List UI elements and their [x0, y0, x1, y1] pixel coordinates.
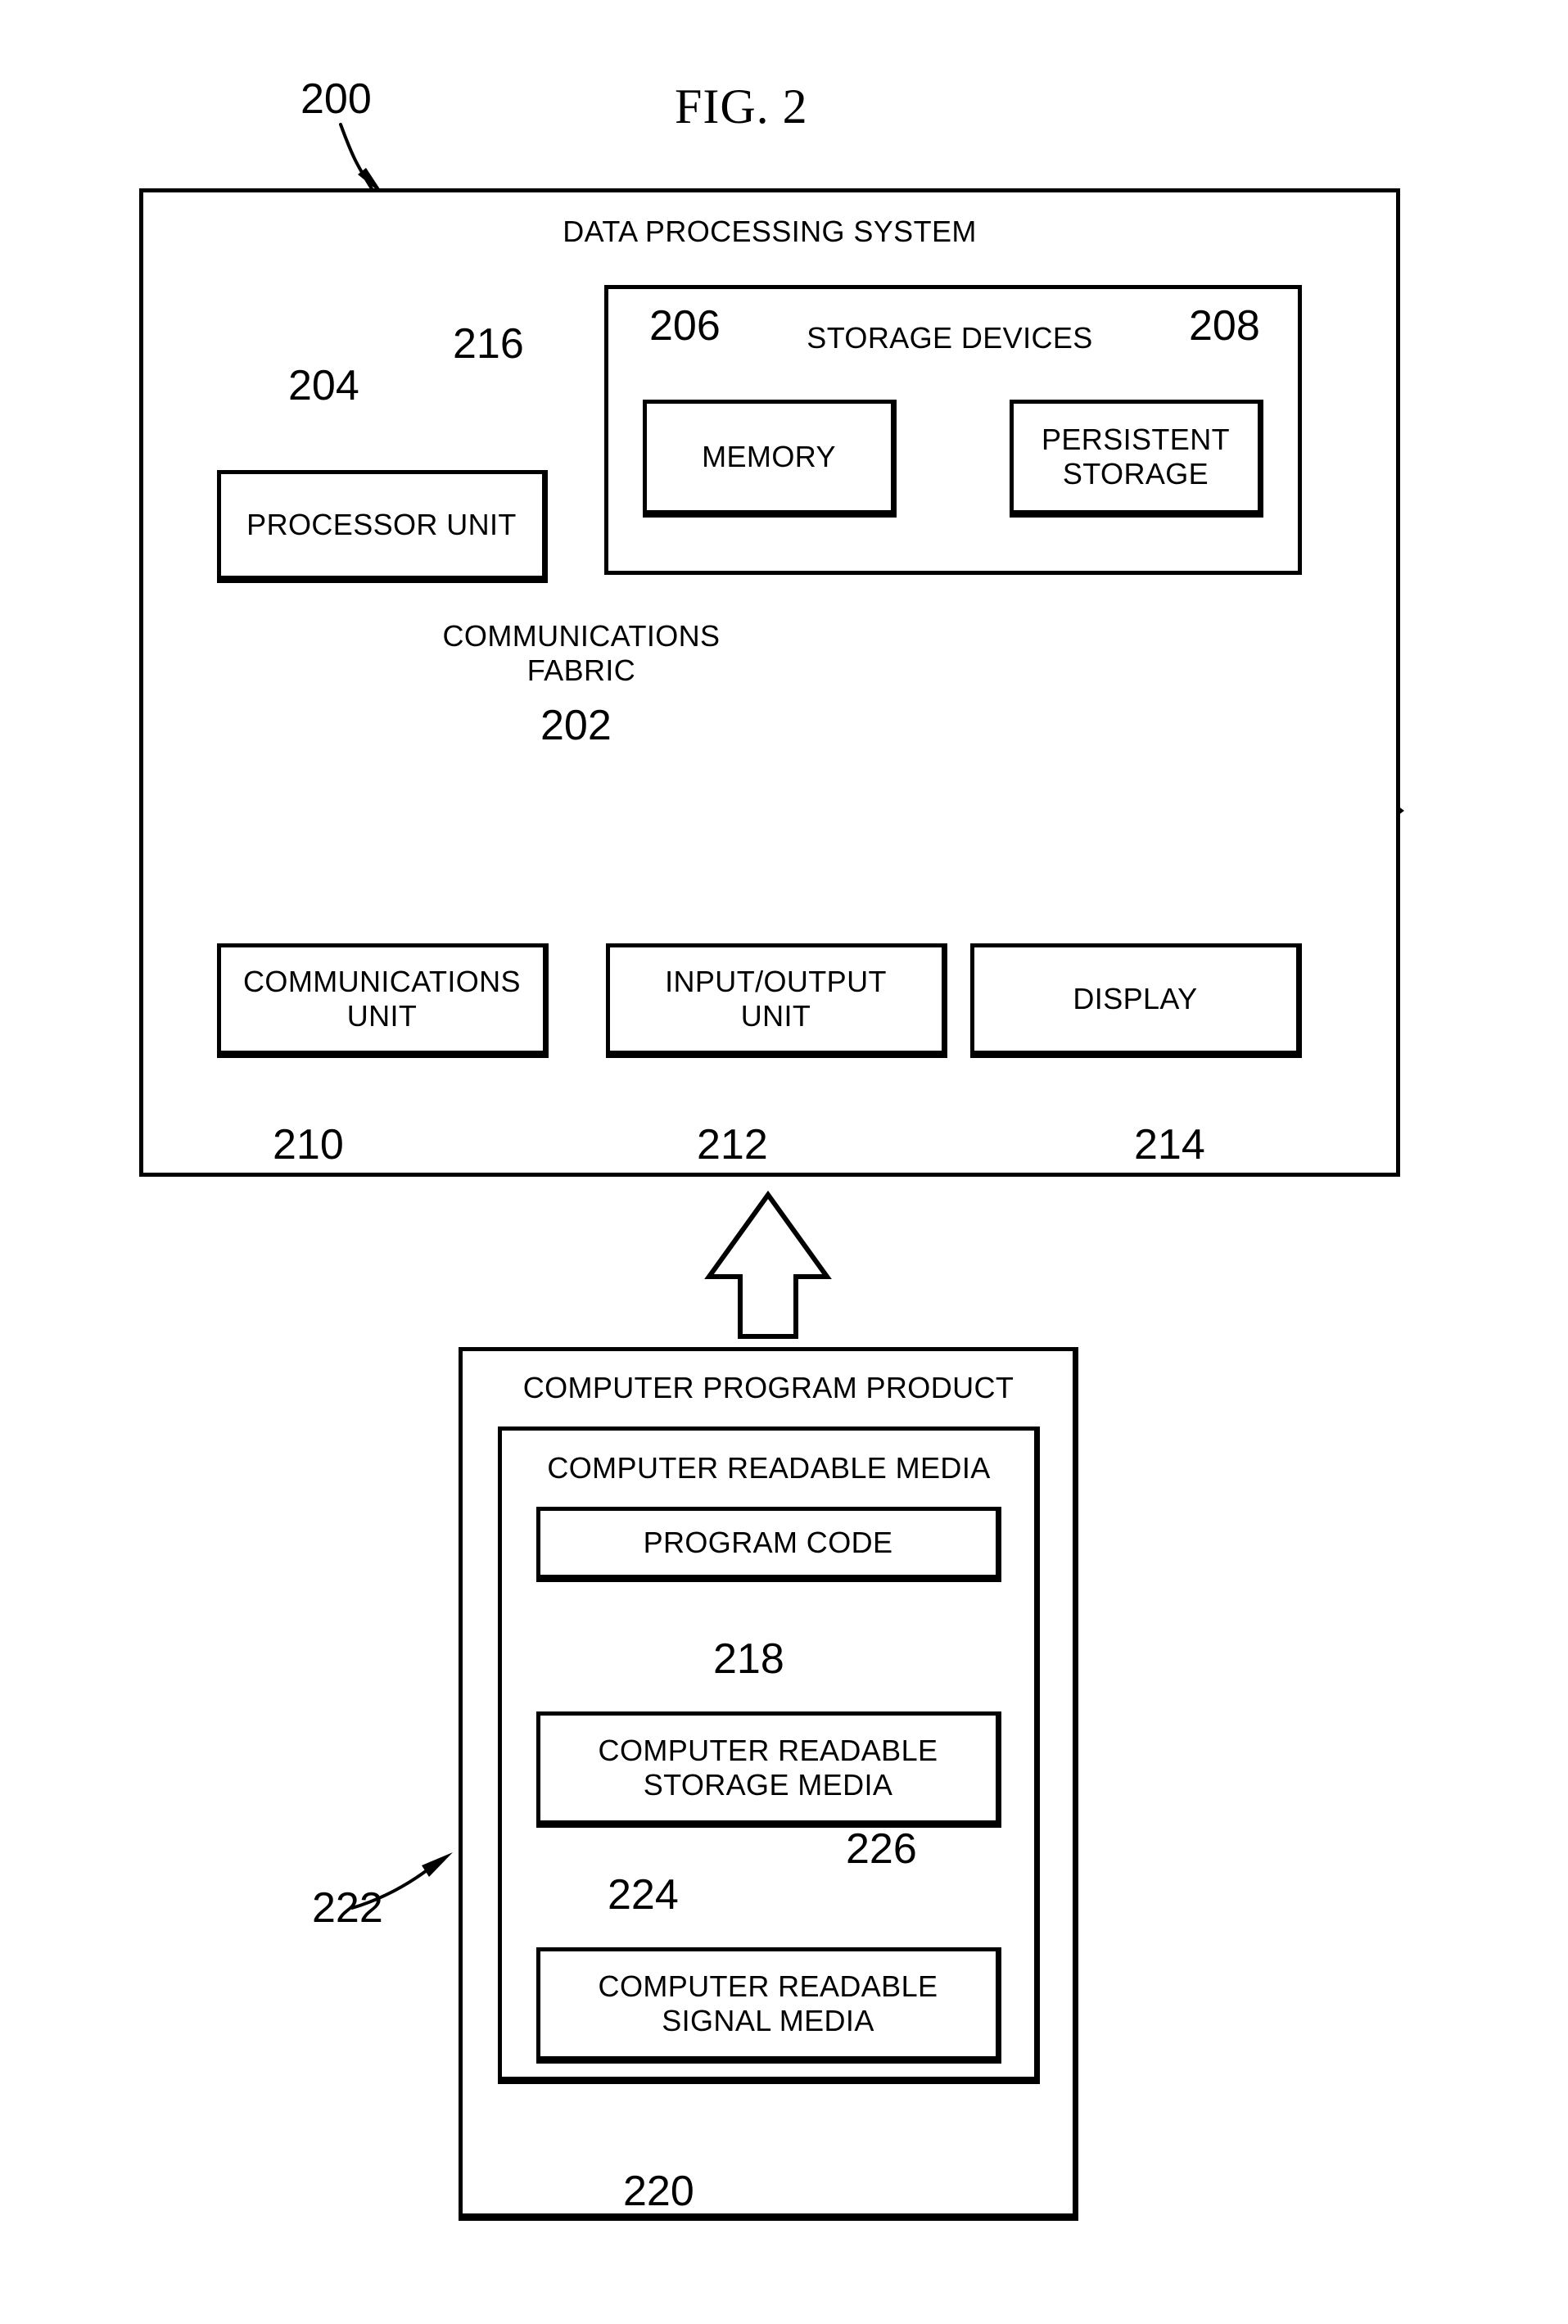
computer-readable-signal-media-label: COMPUTER READABLE SIGNAL MEDIA: [598, 1969, 938, 2037]
ref-200: 200: [300, 75, 372, 123]
display-box: DISPLAY: [970, 943, 1302, 1058]
ref-204: 204: [288, 362, 359, 409]
computer-program-product-label: COMPUTER PROGRAM PRODUCT: [522, 1371, 1014, 1404]
ref-226: 226: [846, 1825, 917, 1873]
input-output-unit-box: INPUT/OUTPUT UNIT: [606, 943, 947, 1058]
ref-218: 218: [713, 1635, 784, 1683]
patent-figure-page: FIG. 2 200 DATA PROCESSING SYSTEM STORAG…: [0, 0, 1568, 2324]
computer-readable-storage-media-label: COMPUTER READABLE STORAGE MEDIA: [598, 1734, 938, 1802]
memory-label: MEMORY: [702, 440, 836, 474]
ref-222: 222: [312, 1884, 383, 1932]
input-output-unit-label: INPUT/OUTPUT UNIT: [665, 965, 887, 1033]
persistent-storage-box: PERSISTENT STORAGE: [1010, 400, 1263, 518]
storage-devices-label: STORAGE DEVICES: [807, 321, 1093, 355]
leader-line-200: [339, 123, 385, 197]
data-processing-system-label: DATA PROCESSING SYSTEM: [563, 215, 977, 248]
program-code-box: PROGRAM CODE: [536, 1507, 1001, 1582]
communications-fabric-label: COMMUNICATIONS FABRIC: [442, 619, 721, 688]
ref-224: 224: [608, 1871, 679, 1919]
ref-208: 208: [1189, 302, 1260, 350]
ref-212: 212: [697, 1121, 768, 1169]
ref-214: 214: [1134, 1121, 1205, 1169]
ref-202: 202: [540, 702, 612, 749]
ref-220: 220: [623, 2168, 694, 2215]
computer-readable-signal-media-box: COMPUTER READABLE SIGNAL MEDIA: [536, 1947, 1001, 2064]
communications-unit-label: COMMUNICATIONS UNIT: [243, 965, 521, 1033]
figure-title: FIG. 2: [675, 79, 808, 133]
arrow-program-product-to-system: [704, 1190, 832, 1339]
communications-unit-box: COMMUNICATIONS UNIT: [217, 943, 549, 1058]
processor-unit-label: PROCESSOR UNIT: [246, 508, 517, 542]
computer-readable-media-label: COMPUTER READABLE MEDIA: [547, 1451, 991, 1485]
computer-readable-storage-media-box: COMPUTER READABLE STORAGE MEDIA: [536, 1711, 1001, 1828]
memory-box: MEMORY: [643, 400, 897, 518]
ref-210: 210: [273, 1121, 344, 1169]
persistent-storage-label: PERSISTENT STORAGE: [1041, 423, 1231, 491]
ref-206: 206: [649, 302, 721, 350]
processor-unit-box: PROCESSOR UNIT: [217, 470, 548, 583]
display-label: DISPLAY: [1073, 982, 1198, 1016]
program-code-label: PROGRAM CODE: [643, 1526, 893, 1560]
ref-216: 216: [453, 320, 524, 368]
